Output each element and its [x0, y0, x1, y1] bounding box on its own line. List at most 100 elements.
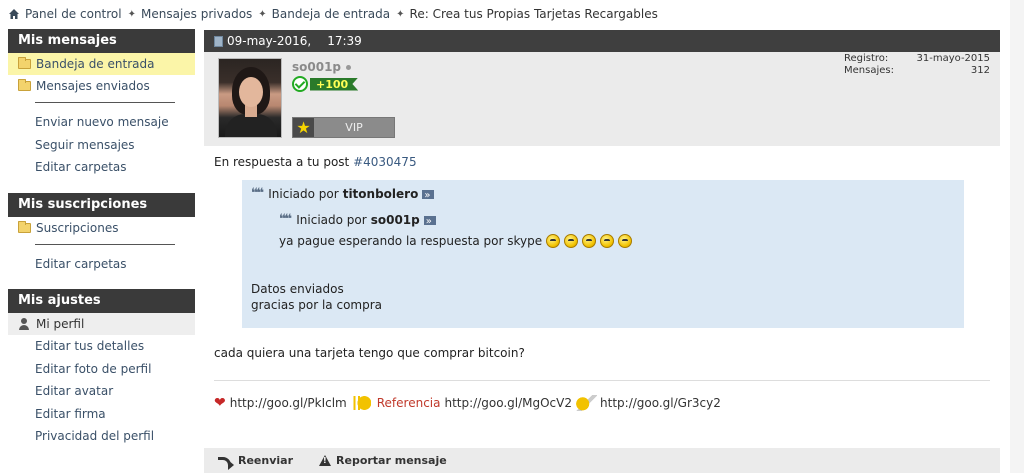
post-time: 17:39: [327, 34, 362, 48]
breadcrumb-private-messages[interactable]: Mensajes privados: [141, 7, 252, 21]
folder-icon: [18, 220, 31, 233]
smiley-icon: [618, 234, 633, 248]
reply-reference: En respuesta a tu post #4030475: [214, 154, 990, 170]
quote-block: ❝❝ Iniciado por titonbolero ❝❝ Iniciado …: [242, 180, 964, 328]
sidebar-item-label: Mi perfil: [36, 317, 85, 331]
messages-value: 312: [970, 65, 990, 76]
nested-quote-text: ya pague esperando la respuesta por skyp…: [279, 234, 543, 248]
user-stats: Registro: 31-mayo-2015 Mensajes: 312: [844, 53, 990, 77]
sidebar-item-edit-folders[interactable]: Editar carpetas: [8, 156, 195, 179]
forward-button[interactable]: Reenviar: [218, 454, 294, 470]
forward-label: Reenviar: [238, 454, 294, 467]
sidebar-item-label: Suscripciones: [36, 220, 119, 235]
document-icon: [214, 35, 223, 47]
private-message-post: 09-may-2016, 17:39 so001p +100 ★ VIP Reg…: [204, 30, 1000, 473]
registration-value: 31-mayo-2015: [916, 53, 990, 64]
username[interactable]: so001p: [292, 60, 352, 74]
quote-icon: ❝❝: [279, 212, 292, 227]
breadcrumb-separator-icon: ✦: [127, 8, 136, 20]
smiley-icon: [546, 234, 561, 248]
breadcrumb-separator-icon: ✦: [396, 8, 405, 20]
breadcrumb-current: Re: Crea tus Propias Tarjetas Recargable…: [409, 7, 658, 21]
sidebar-item-edit-signature[interactable]: Editar firma: [8, 403, 195, 426]
breadcrumb-control-panel[interactable]: Panel de control: [25, 7, 122, 21]
quote-text-line: gracias por la compra: [251, 298, 382, 312]
sidebar-item-track-messages[interactable]: Seguir mensajes: [8, 134, 195, 157]
signature-referral-link[interactable]: Referencia: [377, 396, 441, 410]
username-text[interactable]: so001p: [292, 60, 341, 74]
sidebar-settings-title: Mis ajustes: [8, 289, 195, 313]
signature-divider: [214, 380, 990, 381]
jump-to-post-icon[interactable]: [423, 212, 436, 232]
running-smiley-icon: [348, 396, 371, 410]
sidebar-item-new-message[interactable]: Enviar nuevo mensaje: [8, 111, 195, 134]
registration-label: Registro:: [844, 53, 889, 64]
folder-icon: [18, 57, 31, 69]
post-actions: Reenviar Reportar mensaje: [204, 448, 1000, 473]
sidebar-item-subscriptions[interactable]: Suscripciones: [8, 217, 195, 239]
forward-icon: [218, 455, 234, 470]
smiley-icon: [582, 234, 597, 248]
check-icon: [292, 76, 308, 92]
avatar[interactable]: [218, 58, 282, 138]
home-icon[interactable]: [8, 8, 20, 20]
scrollbar[interactable]: [1010, 0, 1024, 473]
sidebar-subscriptions-block: Mis suscripciones Suscripciones Editar c…: [8, 192, 195, 276]
warning-icon: [319, 455, 332, 466]
smiley-icon: [600, 234, 615, 248]
nested-quote-started-by: Iniciado por: [296, 213, 367, 227]
quote-text-line: Datos enviados: [251, 282, 344, 296]
sidebar-item-edit-avatar[interactable]: Editar avatar: [8, 380, 195, 403]
quote-author: titonbolero: [342, 187, 419, 201]
sidebar-messages-block: Mis mensajes Bandeja de entrada Mensajes…: [8, 29, 195, 179]
person-icon: [18, 318, 30, 330]
breadcrumb-separator-icon: ✦: [258, 8, 267, 20]
post-date: 09-may-2016,: [227, 34, 312, 48]
messages-label: Mensajes:: [844, 65, 894, 76]
post-body: En respuesta a tu post #4030475 ❝❝ Inici…: [204, 146, 1000, 421]
sidebar-messages-title: Mis mensajes: [8, 29, 195, 53]
breadcrumb-inbox[interactable]: Bandeja de entrada: [272, 7, 390, 21]
report-button[interactable]: Reportar mensaje: [319, 454, 447, 467]
reply-prefix: En respuesta a tu post: [214, 155, 350, 169]
smiley-icon: [564, 234, 579, 248]
report-label: Reportar mensaje: [336, 454, 447, 467]
user-info: so001p +100 ★ VIP Registro: 31-mayo-2015…: [204, 52, 1000, 146]
writing-smiley-icon: [575, 395, 598, 411]
heart-icon: ❤: [214, 395, 226, 411]
breadcrumb: Panel de control ✦ Mensajes privados ✦ B…: [8, 5, 658, 23]
reputation-badge: +100: [292, 76, 359, 92]
sidebar-item-label: Bandeja de entrada: [36, 57, 155, 71]
jump-to-post-icon[interactable]: [422, 186, 435, 206]
post-header: 09-may-2016, 17:39: [204, 30, 1000, 52]
sidebar-item-edit-sub-folders[interactable]: Editar carpetas: [8, 253, 195, 276]
sidebar-item-edit-photo[interactable]: Editar foto de perfil: [8, 358, 195, 381]
reply-post-link[interactable]: #4030475: [353, 155, 417, 169]
signature: ❤ http://goo.gl/PkIclm Referencia http:/…: [214, 393, 990, 413]
divider: [35, 102, 175, 103]
message-text: cada quiera una tarjeta tengo que compra…: [214, 346, 525, 360]
signature-link-1[interactable]: http://goo.gl/PkIclm: [230, 396, 347, 410]
sidebar-item-profile-privacy[interactable]: Privacidad del perfil: [8, 425, 195, 448]
rank-badge: ★ VIP: [292, 117, 395, 138]
signature-link-2[interactable]: http://goo.gl/MgOcV2: [444, 396, 572, 410]
sidebar-item-sent[interactable]: Mensajes enviados: [8, 75, 195, 97]
signature-link-3[interactable]: http://goo.gl/Gr3cy2: [600, 396, 721, 410]
sidebar-settings-block: Mis ajustes Mi perfil Editar tus detalle…: [8, 289, 195, 448]
sidebar-subscriptions-title: Mis suscripciones: [8, 192, 195, 217]
sidebar-item-label: Mensajes enviados: [36, 79, 150, 93]
divider: [35, 243, 175, 245]
reputation-value: +100: [310, 77, 359, 91]
nested-quote: ❝❝ Iniciado por so001p ya pague esperand…: [279, 210, 954, 252]
sidebar-item-my-profile[interactable]: Mi perfil: [8, 313, 195, 335]
sidebar-item-inbox[interactable]: Bandeja de entrada: [8, 53, 195, 75]
quote-started-by: Iniciado por: [268, 187, 339, 201]
rank-label: VIP: [345, 121, 363, 134]
nested-quote-author: so001p: [370, 213, 420, 227]
offline-status-icon: [346, 64, 352, 70]
sidebar: Mis mensajes Bandeja de entrada Mensajes…: [8, 29, 195, 462]
sidebar-item-edit-details[interactable]: Editar tus detalles: [8, 335, 195, 358]
star-icon: ★: [296, 117, 311, 137]
folder-icon: [18, 79, 31, 91]
quote-icon: ❝❝: [251, 186, 264, 201]
